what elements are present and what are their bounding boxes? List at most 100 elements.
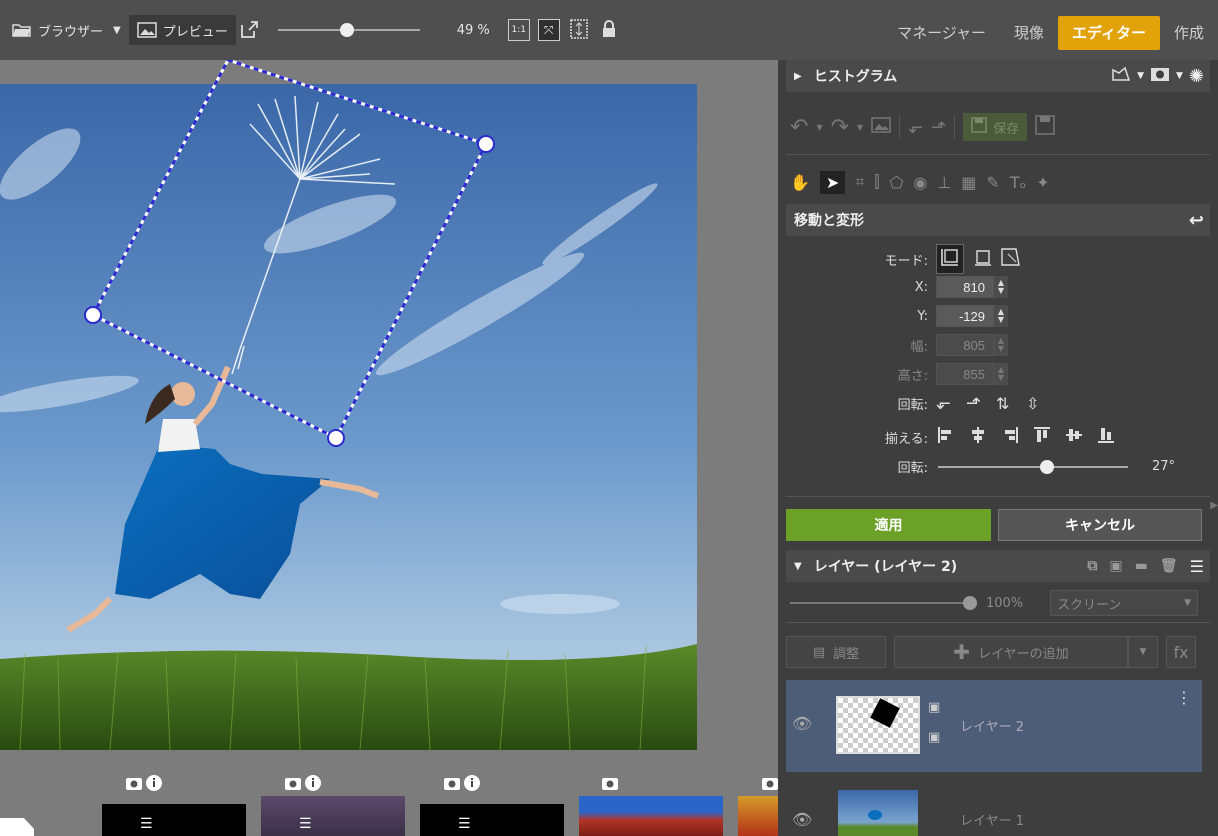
browser-button[interactable]: ブラウザー ▼ xyxy=(8,15,125,45)
crop-tool-icon[interactable]: ⌗ xyxy=(855,172,864,192)
film-thumbnail[interactable]: ☰ xyxy=(261,796,405,836)
apply-button[interactable]: 適用 xyxy=(786,509,991,541)
redo-icon[interactable]: ↷ xyxy=(831,115,849,140)
blend-mode-value: スクリーン xyxy=(1057,597,1122,613)
add-layer-button[interactable]: ✚ レイヤーの追加 xyxy=(894,636,1128,668)
external-window-button[interactable] xyxy=(236,15,262,45)
chevron-right-icon: ▶ xyxy=(794,70,802,82)
layers-header[interactable]: ▼ レイヤー (レイヤー 2) ⧉ ▣ ▬ 🗑 ☰ xyxy=(786,550,1210,582)
film-thumbnail[interactable] xyxy=(738,796,778,836)
mask-icon[interactable] xyxy=(1150,66,1170,86)
tab-manager[interactable]: マネージャー xyxy=(883,16,1000,50)
histogram-mode-icon[interactable] xyxy=(1111,66,1131,86)
zoom-slider-handle[interactable] xyxy=(340,23,355,37)
align-right-icon[interactable] xyxy=(1000,425,1032,449)
opacity-slider-handle[interactable] xyxy=(963,596,977,610)
gear-icon[interactable]: ✺ xyxy=(1189,66,1204,87)
hand-tool-icon[interactable]: ✋ xyxy=(790,173,810,192)
cancel-button[interactable]: キャンセル xyxy=(998,509,1202,541)
x-input[interactable] xyxy=(936,276,994,298)
align-top-icon[interactable] xyxy=(1032,425,1064,449)
move-tool-icon[interactable]: ➤ xyxy=(819,170,846,194)
selection-handle[interactable] xyxy=(327,429,345,447)
rotate-left-icon[interactable]: ⬐ xyxy=(936,393,966,414)
save-icon xyxy=(971,117,988,137)
chevron-down-icon[interactable]: ▼ xyxy=(1137,71,1144,81)
film-thumbnail[interactable]: ☰ xyxy=(102,804,246,836)
image-canvas[interactable] xyxy=(0,60,778,836)
tab-editor[interactable]: エディター xyxy=(1058,16,1160,50)
flip-vertical-icon[interactable]: ⇅ xyxy=(996,394,1026,413)
x-stepper[interactable]: ▲ ▼ xyxy=(994,276,1008,298)
transform-selection[interactable] xyxy=(0,60,778,836)
layer-item-1[interactable]: 👁 レイヤー 1 xyxy=(786,776,1202,836)
mode-skew-icon[interactable] xyxy=(1000,247,1020,271)
mode-move-icon[interactable] xyxy=(936,244,964,274)
reset-icon[interactable]: ↩ xyxy=(1189,210,1210,231)
selection-handle[interactable] xyxy=(477,135,495,153)
blend-mode-select[interactable]: スクリーン ▼ xyxy=(1050,590,1198,616)
more-vertical-icon[interactable]: ⋮ xyxy=(1176,688,1192,707)
eye-icon[interactable]: 👁 xyxy=(792,714,812,733)
adjust-button[interactable]: ▤ 調整 xyxy=(786,636,886,668)
layer-item-2[interactable]: 👁 ▣ ▣ レイヤー 2 ⋮ xyxy=(786,680,1202,772)
histogram-header[interactable]: ▶ ヒストグラム ▼ ▼ ✺ xyxy=(786,60,1210,92)
align-center-v-icon[interactable] xyxy=(1064,425,1096,449)
film-thumbnail[interactable]: ☰ xyxy=(420,804,564,836)
layer-mask-icon[interactable]: ▣ xyxy=(1109,558,1122,574)
undo-icon[interactable]: ↶ xyxy=(790,115,808,140)
text-tool-icon[interactable]: Tₒ xyxy=(1010,173,1026,192)
effects-tool-icon[interactable]: ✦ xyxy=(1036,173,1049,192)
layer-mask-icon[interactable]: ▣ xyxy=(928,730,940,745)
width-stepper[interactable]: ▲ ▼ xyxy=(994,334,1008,356)
lock-button[interactable] xyxy=(598,19,620,41)
layer-mask-icon[interactable]: ▣ xyxy=(928,700,940,715)
trash-icon[interactable]: 🗑 xyxy=(1160,558,1178,574)
zoom-slider[interactable] xyxy=(277,23,420,37)
save-as-icon[interactable] xyxy=(1035,115,1056,139)
align-left-icon[interactable] xyxy=(936,425,968,449)
menu-icon[interactable]: ☰ xyxy=(1190,557,1204,576)
tab-develop[interactable]: 現像 xyxy=(1000,16,1058,50)
align-bottom-icon[interactable] xyxy=(1096,425,1128,449)
opacity-slider[interactable] xyxy=(790,596,977,610)
film-thumbnail[interactable] xyxy=(579,796,723,836)
add-layer-dropdown[interactable]: ▼ xyxy=(1128,636,1158,668)
straighten-tool-icon[interactable]: ⫿ xyxy=(874,172,879,192)
rotate-right-icon[interactable]: ⬏ xyxy=(966,393,996,414)
height-input[interactable] xyxy=(936,363,994,385)
rotate-right-icon[interactable]: ⬏ xyxy=(931,117,946,138)
chevron-down-icon[interactable]: ▼ xyxy=(857,123,863,132)
redeye-tool-icon[interactable]: ◉ xyxy=(913,173,927,192)
grid-tool-icon[interactable]: ▦ xyxy=(961,173,976,192)
preview-button[interactable]: プレビュー xyxy=(128,15,236,45)
angle-slider-handle[interactable] xyxy=(1040,459,1055,474)
flip-horizontal-icon[interactable]: ⇳ xyxy=(1026,394,1056,413)
clone-tool-icon[interactable]: ⊥ xyxy=(937,173,951,192)
actual-size-button[interactable]: 1:1 xyxy=(507,19,530,41)
rotate-left-icon[interactable]: ⬐ xyxy=(908,117,923,138)
chevron-down-icon[interactable]: ▼ xyxy=(113,25,121,36)
image-icon[interactable] xyxy=(871,117,891,137)
panel-collapse-arrow[interactable]: ▶ xyxy=(1210,500,1218,511)
y-input[interactable] xyxy=(936,305,994,327)
angle-slider[interactable] xyxy=(938,459,1128,474)
brush-tool-icon[interactable]: ✎ xyxy=(986,173,999,192)
height-stepper[interactable]: ▲ ▼ xyxy=(994,363,1008,385)
mode-perspective-icon[interactable] xyxy=(972,247,992,271)
fill-screen-button[interactable] xyxy=(568,18,590,41)
align-center-h-icon[interactable] xyxy=(968,425,1000,449)
selection-handle[interactable] xyxy=(84,306,102,324)
fit-to-screen-button[interactable]: ⤧ xyxy=(537,19,560,41)
selection-tool-icon[interactable]: ⬠ xyxy=(889,173,903,192)
folder-icon[interactable]: ▬ xyxy=(1135,558,1148,574)
tab-create[interactable]: 作成 xyxy=(1160,16,1218,50)
chevron-down-icon[interactable]: ▼ xyxy=(816,123,822,132)
duplicate-layer-icon[interactable]: ⧉ xyxy=(1087,558,1097,574)
eye-icon[interactable]: 👁 xyxy=(792,810,812,829)
fx-button[interactable]: fx xyxy=(1166,636,1196,668)
y-stepper[interactable]: ▲ ▼ xyxy=(994,305,1008,327)
chevron-down-icon[interactable]: ▼ xyxy=(1176,71,1183,81)
save-button[interactable]: 保存 xyxy=(963,113,1028,141)
width-input[interactable] xyxy=(936,334,994,356)
